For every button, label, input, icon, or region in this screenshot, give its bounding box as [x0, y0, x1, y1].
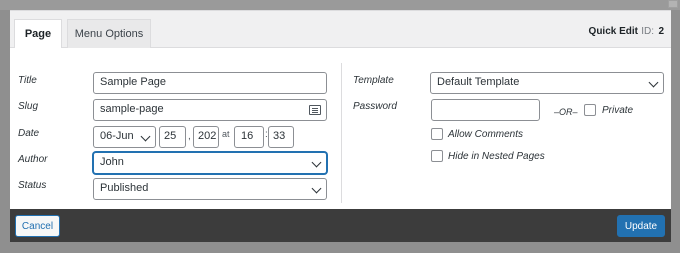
month-select[interactable]: 06-Jun — [93, 126, 156, 148]
chevron-down-icon — [311, 183, 322, 194]
status-value: Published — [100, 182, 149, 194]
template-value: Default Template — [437, 76, 520, 88]
id-value: 2 — [658, 26, 664, 37]
id-label: ID: — [641, 26, 654, 37]
template-select[interactable]: Default Template — [430, 72, 664, 94]
chevron-down-icon — [311, 157, 322, 168]
year-input[interactable]: 202 — [193, 126, 219, 148]
cancel-button[interactable]: Cancel — [15, 215, 60, 237]
title-input[interactable]: Sample Page — [93, 72, 327, 94]
month-value: 06-Jun — [100, 130, 134, 142]
private-checkbox[interactable] — [584, 104, 596, 116]
slug-label: Slug — [18, 101, 39, 112]
minute-input[interactable]: 33 — [268, 126, 294, 148]
title-label: Title — [18, 75, 37, 86]
slug-value: sample-page — [100, 103, 164, 115]
status-label: Status — [18, 180, 47, 191]
author-value: John — [100, 156, 124, 168]
background-handle-icon — [668, 0, 678, 8]
allow-comments-checkbox[interactable] — [431, 128, 443, 140]
tab-bar: Page Menu Options Quick Edit ID: 2 — [10, 11, 671, 49]
template-label: Template — [353, 75, 394, 86]
quick-edit-modal: Page Menu Options Quick Edit ID: 2 Title… — [10, 10, 671, 242]
hour-input[interactable]: 16 — [234, 126, 264, 148]
chevron-down-icon — [140, 131, 151, 142]
tab-menu-options[interactable]: Menu Options — [67, 19, 151, 49]
password-label: Password — [353, 101, 397, 112]
slug-icon[interactable] — [309, 105, 321, 115]
column-divider — [341, 63, 342, 203]
allow-comments-label: Allow Comments — [448, 129, 524, 140]
at-label: at — [222, 129, 230, 139]
hide-nested-checkbox[interactable] — [431, 150, 443, 162]
date-separator: , — [188, 131, 191, 142]
private-label: Private — [602, 105, 634, 116]
update-button[interactable]: Update — [617, 215, 665, 237]
hide-nested-label: Hide in Nested Pages — [448, 151, 545, 162]
password-input[interactable] — [431, 99, 540, 121]
footer-bar: Cancel Update — [10, 209, 671, 242]
date-label: Date — [18, 128, 40, 139]
chevron-down-icon — [648, 77, 659, 88]
status-select[interactable]: Published — [93, 178, 327, 200]
or-text: –OR– — [554, 107, 578, 117]
day-input[interactable]: 25 — [159, 126, 186, 148]
author-select[interactable]: John — [93, 152, 327, 174]
quick-edit-title: Quick Edit — [588, 26, 638, 37]
tab-page[interactable]: Page — [14, 19, 62, 49]
background-strip — [0, 0, 680, 10]
slug-input[interactable]: sample-page — [93, 99, 327, 121]
author-label: Author — [18, 154, 48, 165]
